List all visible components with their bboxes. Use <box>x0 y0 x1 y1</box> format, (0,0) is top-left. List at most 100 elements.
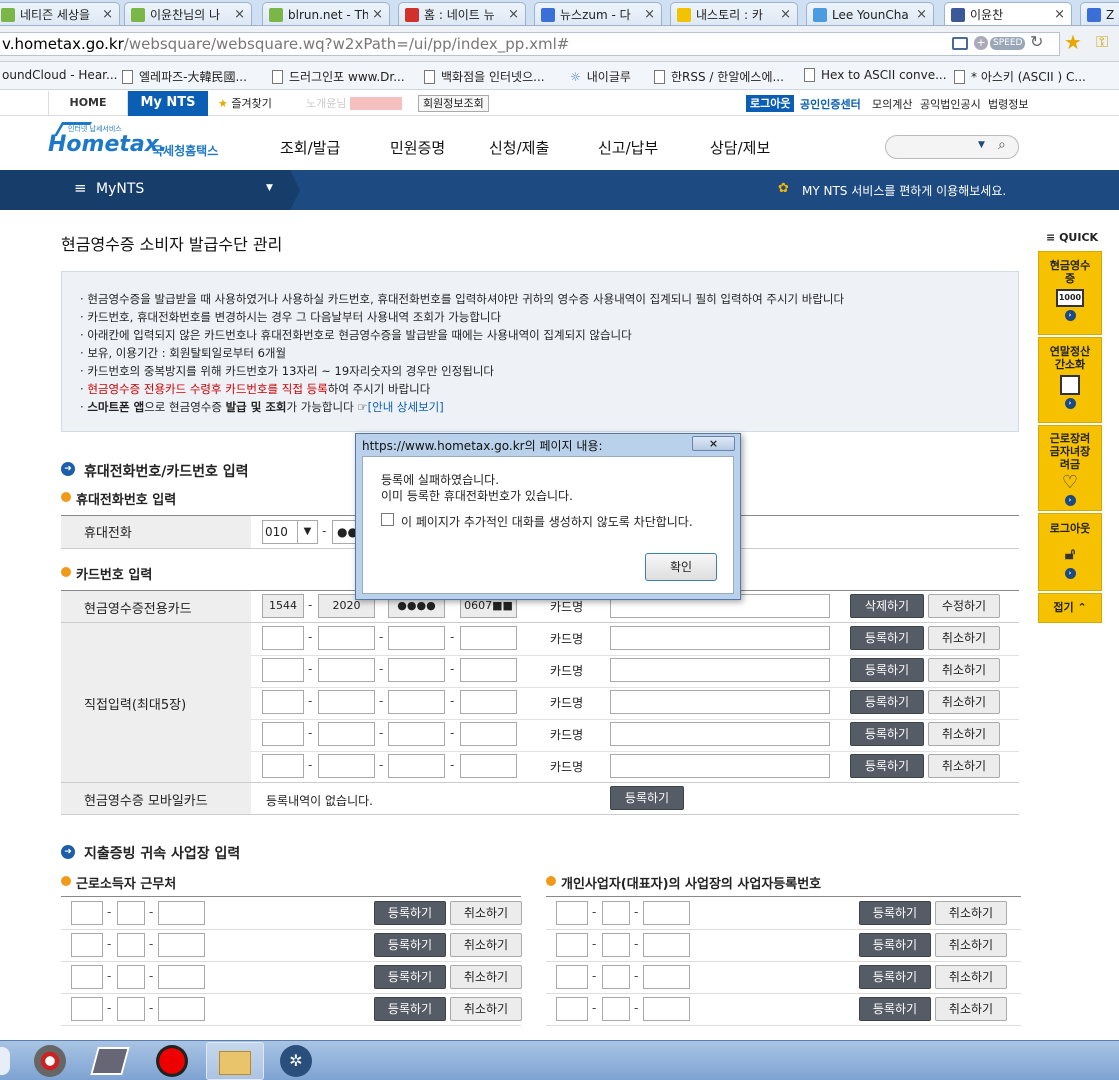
card-number-input[interactable] <box>262 754 304 778</box>
bookmark-item[interactable]: Hex to ASCII conve... <box>804 68 947 82</box>
top-link-public[interactable]: 공익법인공시 <box>920 96 981 112</box>
card-number-input[interactable] <box>318 690 375 714</box>
menu-consult[interactable]: 상담/제보 <box>710 137 770 158</box>
bookmark-item[interactable]: oundCloud - Hear... <box>2 68 117 82</box>
register-button[interactable]: 등록하기 <box>859 901 931 925</box>
start-button[interactable] <box>0 1047 10 1075</box>
cancel-button[interactable]: 취소하기 <box>928 658 1000 682</box>
card-number-input[interactable] <box>318 722 375 746</box>
search-box[interactable]: ▼ ⌕ <box>885 135 1019 159</box>
quick-incentive[interactable]: 근로장려금자녀장려금 ♡ › <box>1038 425 1102 511</box>
card-number-input[interactable] <box>318 658 375 682</box>
add-icon[interactable]: + <box>974 36 988 50</box>
close-icon[interactable]: × <box>916 7 927 22</box>
browser-tab[interactable]: 뉴스zum - 다 × <box>534 2 662 25</box>
biz-number-input[interactable] <box>158 933 205 957</box>
biz-number-input[interactable] <box>71 933 103 957</box>
close-icon[interactable]: × <box>644 7 655 22</box>
compat-view-icon[interactable] <box>952 37 968 50</box>
biz-number-input[interactable] <box>117 997 145 1021</box>
biz-number-input[interactable] <box>71 997 103 1021</box>
biz-number-input[interactable] <box>643 965 690 989</box>
close-icon[interactable]: × <box>508 7 519 22</box>
browser-tab-active[interactable]: 이윤찬 × <box>944 2 1072 25</box>
menu-report[interactable]: 신고/납부 <box>598 137 658 158</box>
cancel-button[interactable]: 취소하기 <box>928 722 1000 746</box>
biz-number-input[interactable] <box>158 997 205 1021</box>
close-icon[interactable]: × <box>780 7 791 22</box>
record-app-icon[interactable] <box>156 1045 188 1077</box>
card-number-input[interactable] <box>318 626 375 650</box>
top-link-calc[interactable]: 모의계산 <box>872 96 912 112</box>
mobile-register-button[interactable]: 등록하기 <box>610 786 684 810</box>
biz-number-input[interactable] <box>602 965 630 989</box>
cancel-button[interactable]: 취소하기 <box>450 901 522 925</box>
card-number-input[interactable] <box>388 722 445 746</box>
cancel-button[interactable]: 취소하기 <box>935 997 1007 1021</box>
home-link[interactable]: HOME <box>48 91 128 116</box>
biz-number-input[interactable] <box>602 997 630 1021</box>
bookmark-item[interactable]: 한RSS / 한알에스에... <box>654 68 784 85</box>
register-button[interactable]: 등록하기 <box>859 965 931 989</box>
cert-center-link[interactable]: 공인인증센터 <box>800 96 861 112</box>
quick-logout[interactable]: 로그아웃 🔓︎ › <box>1038 513 1102 591</box>
block-dialogs-checkbox[interactable] <box>381 513 394 526</box>
menu-certificate[interactable]: 민원증명 <box>390 137 445 158</box>
quick-year-end[interactable]: 연말정산간소화 › <box>1038 337 1102 423</box>
top-link-law[interactable]: 법령정보 <box>988 96 1028 112</box>
register-button[interactable]: 등록하기 <box>859 997 931 1021</box>
register-button[interactable]: 등록하기 <box>374 965 446 989</box>
browser-tab[interactable]: 이윤찬님의 나 × <box>124 2 252 25</box>
register-button[interactable]: 등록하기 <box>859 933 931 957</box>
register-button[interactable]: 등록하기 <box>850 690 924 714</box>
biz-number-input[interactable] <box>602 933 630 957</box>
card-number-input[interactable] <box>262 722 304 746</box>
cancel-button[interactable]: 취소하기 <box>928 690 1000 714</box>
explorer-taskbar-button[interactable] <box>206 1042 264 1080</box>
key-icon[interactable]: ⚿ <box>1096 32 1108 52</box>
register-button[interactable]: 등록하기 <box>850 626 924 650</box>
cancel-button[interactable]: 취소하기 <box>935 965 1007 989</box>
modify-button[interactable]: 수정하기 <box>928 594 1000 618</box>
browser-tab[interactable]: 내스토리 : 카 × <box>670 2 798 25</box>
card-name-input[interactable] <box>610 754 830 778</box>
card-name-input[interactable] <box>610 658 830 682</box>
cancel-button[interactable]: 취소하기 <box>935 933 1007 957</box>
close-icon[interactable]: × <box>234 7 245 22</box>
card-name-input[interactable] <box>610 690 830 714</box>
register-button[interactable]: 등록하기 <box>850 658 924 682</box>
card-name-input[interactable] <box>610 722 830 746</box>
bookmark-item[interactable]: 드러그인포 www.Dr... <box>272 68 405 85</box>
reload-icon[interactable]: ↻ <box>1030 32 1043 51</box>
biz-number-input[interactable] <box>117 933 145 957</box>
cancel-button[interactable]: 취소하기 <box>450 997 522 1021</box>
card-number-input[interactable] <box>460 690 517 714</box>
card-number-input[interactable] <box>460 722 517 746</box>
bookmark-item[interactable]: 백화점을 인터넷으... <box>424 68 545 85</box>
quick-collapse-button[interactable]: 접기 ⌃ <box>1038 593 1102 623</box>
biz-number-input[interactable] <box>556 933 588 957</box>
disc-app-icon[interactable] <box>34 1045 66 1077</box>
register-button[interactable]: 등록하기 <box>374 901 446 925</box>
speed-badge[interactable]: SPEED <box>990 37 1026 50</box>
browser-tab[interactable]: Z <box>1080 2 1119 25</box>
star-icon[interactable]: ★ <box>1064 30 1082 54</box>
biz-number-input[interactable] <box>71 901 103 925</box>
cancel-button[interactable]: 취소하기 <box>450 933 522 957</box>
chevron-down-icon[interactable]: ▼ <box>978 140 985 150</box>
biz-number-input[interactable] <box>643 901 690 925</box>
card-number-input[interactable] <box>262 626 304 650</box>
dialog-close-button[interactable]: × <box>692 436 735 451</box>
biz-number-input[interactable] <box>117 965 145 989</box>
dialog-ok-button[interactable]: 확인 <box>645 553 717 581</box>
scanner-app-icon[interactable] <box>90 1047 130 1075</box>
register-button[interactable]: 등록하기 <box>850 754 924 778</box>
guide-detail-link[interactable]: [안내 상세보기] <box>368 400 444 414</box>
phone-prefix-select[interactable]: 010 ▼ <box>262 520 318 544</box>
close-icon[interactable]: × <box>102 7 113 22</box>
card-number-input[interactable] <box>388 658 445 682</box>
browser-tab[interactable]: Lee YounCha × <box>806 2 934 25</box>
bookmark-item[interactable]: * 아스키 (ASCII ) C... <box>954 68 1086 85</box>
biz-number-input[interactable] <box>117 901 145 925</box>
cancel-button[interactable]: 취소하기 <box>928 626 1000 650</box>
